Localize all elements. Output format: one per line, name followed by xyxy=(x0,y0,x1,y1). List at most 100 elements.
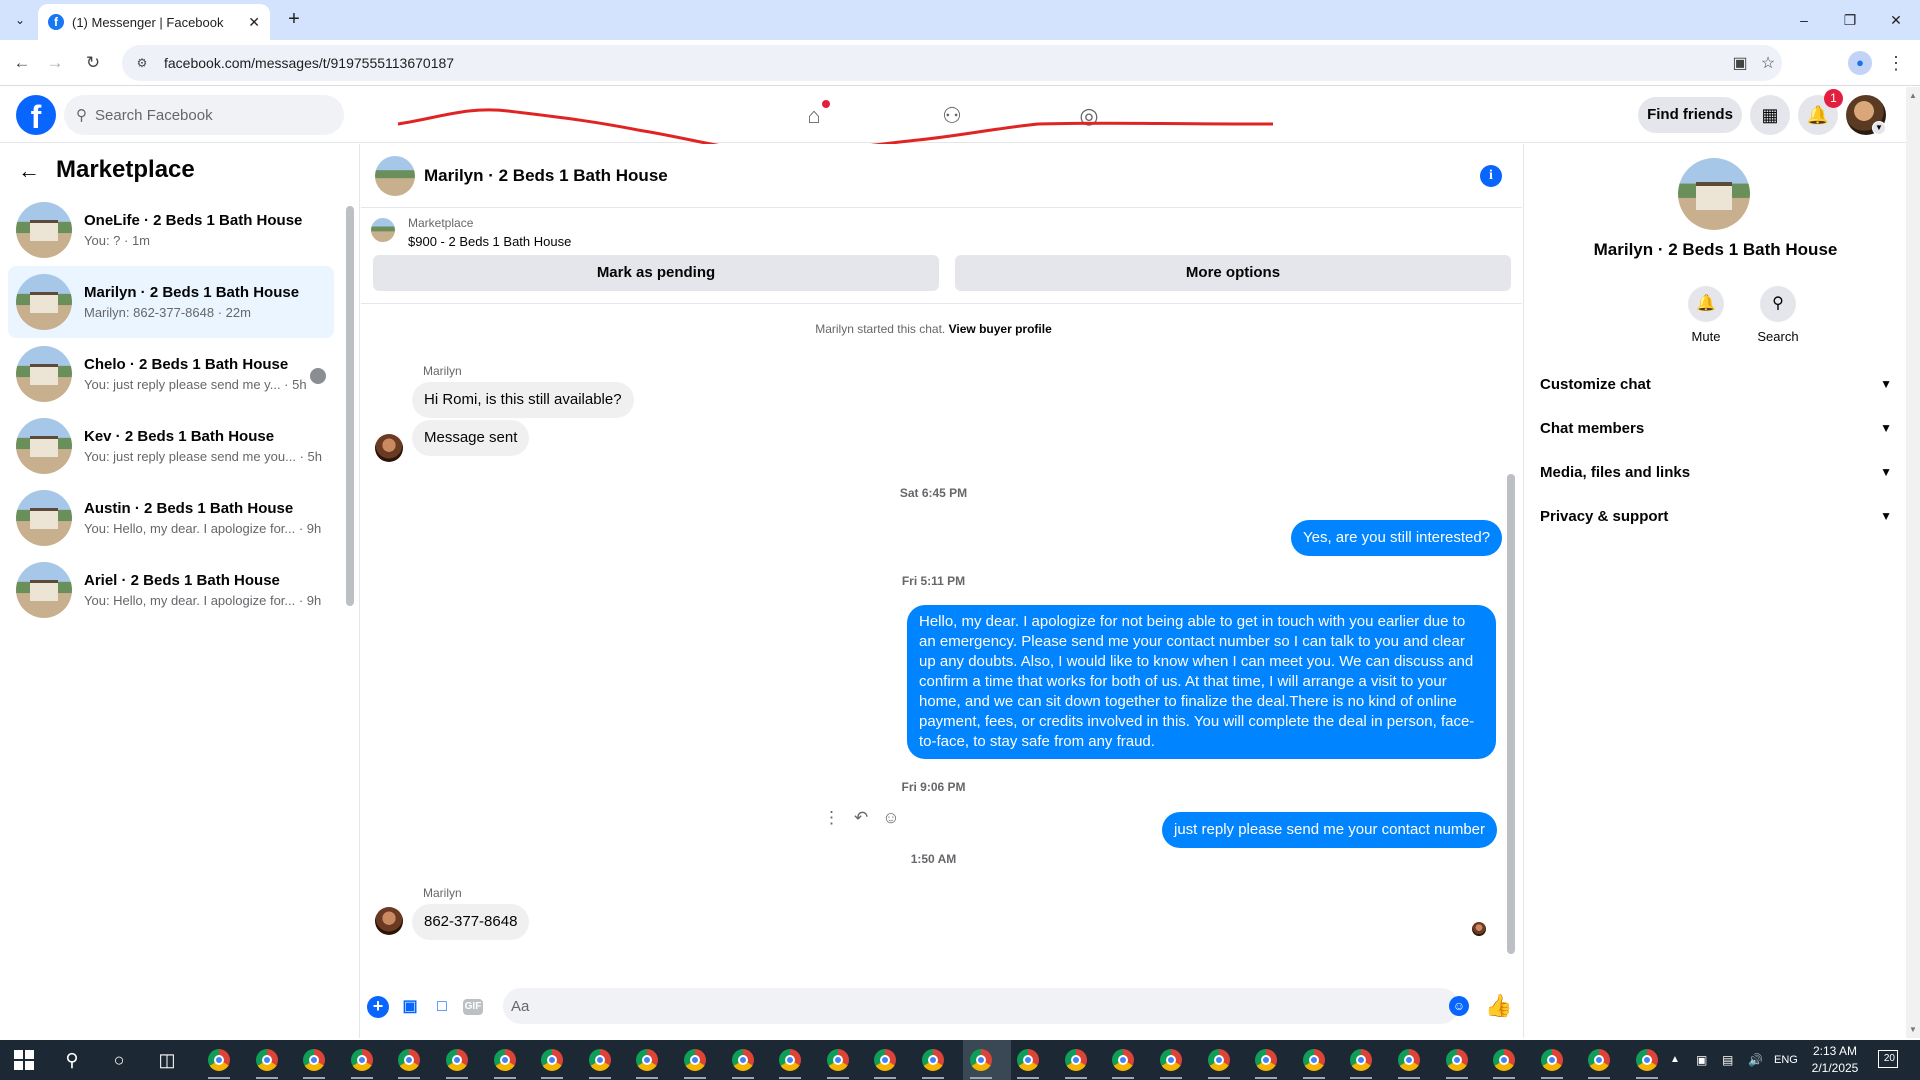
chrome-taskbar-icon[interactable] xyxy=(732,1049,754,1071)
chrome-taskbar-icon[interactable] xyxy=(922,1049,944,1071)
browser-menu-icon[interactable]: ⋮ xyxy=(1884,50,1908,76)
chrome-taskbar-icon[interactable] xyxy=(1446,1049,1468,1071)
install-app-icon[interactable]: ▣ xyxy=(1726,53,1754,73)
conversation-kev[interactable]: Kev · 2 Beds 1 Bath House You: just repl… xyxy=(8,410,334,482)
chrome-taskbar-icon[interactable] xyxy=(1541,1049,1563,1071)
chrome-taskbar-icon[interactable] xyxy=(589,1049,611,1071)
mark-as-pending-button[interactable]: Mark as pending xyxy=(373,255,939,291)
taskbar-search-icon[interactable]: ⚲ xyxy=(60,1048,84,1072)
facebook-search-input[interactable]: ⚲ Search Facebook xyxy=(64,95,344,135)
chrome-taskbar-icon[interactable] xyxy=(208,1049,230,1071)
chrome-taskbar-icon[interactable] xyxy=(351,1049,373,1071)
sidebar-scrollbar[interactable] xyxy=(344,194,354,622)
chrome-taskbar-icon[interactable] xyxy=(1017,1049,1039,1071)
sender-avatar[interactable] xyxy=(375,907,403,935)
listing-thumbnail[interactable] xyxy=(371,218,395,242)
chat-members-section[interactable]: Chat members ▼ xyxy=(1540,410,1892,446)
chrome-taskbar-icon[interactable] xyxy=(636,1049,658,1071)
listing-photo[interactable] xyxy=(1678,158,1750,230)
scroll-down-arrow-icon[interactable]: ▼ xyxy=(1909,1025,1917,1034)
page-scrollbar[interactable]: ▲ ▼ xyxy=(1906,87,1920,1038)
facebook-logo-icon[interactable]: f xyxy=(16,95,56,135)
site-info-icon[interactable]: ⚙ xyxy=(134,55,150,71)
info-icon[interactable]: i xyxy=(1480,165,1502,187)
action-center-icon[interactable]: 20 xyxy=(1878,1050,1898,1068)
url-text[interactable]: facebook.com/messages/t/9197555113670187 xyxy=(164,55,1726,71)
more-dots-icon[interactable]: ⋮ xyxy=(823,808,840,828)
account-chevron-icon[interactable]: ▼ xyxy=(1872,121,1886,135)
back-arrow-icon[interactable]: ← xyxy=(18,158,40,184)
tray-app-icon[interactable]: ▣ xyxy=(1696,1040,1707,1080)
react-emoji-icon[interactable]: ☺ xyxy=(882,808,899,828)
chrome-taskbar-icon[interactable] xyxy=(1208,1049,1230,1071)
volume-icon[interactable]: 🔊 xyxy=(1748,1040,1763,1080)
chrome-taskbar-icon[interactable] xyxy=(256,1049,278,1071)
incoming-message[interactable]: 862-377-8648 xyxy=(412,904,530,940)
conversation-austin[interactable]: Austin · 2 Beds 1 Bath House You: Hello,… xyxy=(8,482,334,554)
reload-icon[interactable]: ↻ xyxy=(80,50,106,76)
tab-search-chevron-icon[interactable]: ⌄ xyxy=(8,8,32,32)
sender-avatar[interactable] xyxy=(375,434,403,462)
chrome-taskbar-icon[interactable] xyxy=(684,1049,706,1071)
listing-price[interactable]: $900 - 2 Beds 1 Bath House xyxy=(408,234,571,249)
menu-grid-icon[interactable]: ▦ xyxy=(1750,95,1790,135)
chrome-taskbar-icon[interactable] xyxy=(874,1049,896,1071)
tab-close-icon[interactable]: ✕ xyxy=(248,14,260,31)
chrome-taskbar-icon[interactable] xyxy=(1160,1049,1182,1071)
outgoing-message[interactable]: Hello, my dear. I apologize for not bein… xyxy=(907,605,1496,759)
mute-button[interactable]: 🔔 Mute xyxy=(1676,286,1736,344)
reply-icon[interactable]: ↶ xyxy=(854,808,868,828)
chat-listing-thumbnail[interactable] xyxy=(375,156,415,196)
outgoing-message[interactable]: Yes, are you still interested? xyxy=(1291,520,1503,556)
chrome-taskbar-icon[interactable] xyxy=(1350,1049,1372,1071)
language-indicator[interactable]: ENG xyxy=(1774,1040,1798,1080)
customize-chat-section[interactable]: Customize chat ▼ xyxy=(1540,366,1892,402)
conversation-ariel[interactable]: Ariel · 2 Beds 1 Bath House You: Hello, … xyxy=(8,554,334,626)
sticker-icon[interactable]: □ xyxy=(431,996,453,1018)
chrome-taskbar-icon[interactable] xyxy=(1065,1049,1087,1071)
new-tab-plus-icon[interactable]: + xyxy=(282,8,306,32)
incoming-message[interactable]: Message sent xyxy=(412,420,530,456)
taskbar-clock[interactable]: 2:13 AM 2/1/2025 xyxy=(1800,1043,1870,1077)
search-conversation-button[interactable]: ⚲ Search xyxy=(1748,286,1808,344)
chrome-taskbar-icon[interactable] xyxy=(446,1049,468,1071)
message-input-box[interactable] xyxy=(503,988,1459,1024)
chat-title[interactable]: Marilyn · 2 Beds 1 Bath House xyxy=(424,166,668,186)
chrome-taskbar-icon[interactable] xyxy=(541,1049,563,1071)
bookmark-star-icon[interactable]: ☆ xyxy=(1754,53,1782,73)
browser-tab[interactable]: f (1) Messenger | Facebook ✕ xyxy=(38,4,270,40)
chrome-taskbar-icon[interactable] xyxy=(827,1049,849,1071)
gif-icon[interactable]: GIF xyxy=(463,999,483,1015)
address-bar[interactable]: ⚙ facebook.com/messages/t/91975551136701… xyxy=(122,45,1782,81)
tray-chevron-icon[interactable]: ▲ xyxy=(1670,1040,1680,1080)
back-arrow-icon[interactable]: ← xyxy=(9,50,35,76)
more-options-button[interactable]: More options xyxy=(955,255,1511,291)
scrollbar-thumb[interactable] xyxy=(1507,474,1515,954)
browser-profile-icon[interactable]: ● xyxy=(1848,51,1872,75)
cortana-circle-icon[interactable]: ○ xyxy=(107,1048,131,1072)
chrome-taskbar-icon[interactable] xyxy=(1255,1049,1277,1071)
more-actions-plus-icon[interactable]: + xyxy=(367,996,389,1018)
chrome-taskbar-icon[interactable] xyxy=(1303,1049,1325,1071)
windows-start-icon[interactable] xyxy=(14,1050,34,1070)
network-icon[interactable]: ▤ xyxy=(1722,1040,1733,1080)
scroll-up-arrow-icon[interactable]: ▲ xyxy=(1909,91,1917,100)
conversation-marilyn[interactable]: Marilyn · 2 Beds 1 Bath House Marilyn: 8… xyxy=(8,266,334,338)
outgoing-message[interactable]: just reply please send me your contact n… xyxy=(1162,812,1497,848)
message-scrollbar[interactable] xyxy=(1504,304,1518,980)
view-buyer-profile-link[interactable]: View buyer profile xyxy=(949,322,1052,336)
chrome-taskbar-icon[interactable] xyxy=(970,1049,992,1071)
message-input[interactable] xyxy=(511,988,1411,1024)
find-friends-button[interactable]: Find friends xyxy=(1638,97,1742,133)
chrome-taskbar-icon[interactable] xyxy=(1636,1049,1658,1071)
chrome-taskbar-icon[interactable] xyxy=(1588,1049,1610,1071)
minimize-icon[interactable]: – xyxy=(1792,8,1816,32)
restore-icon[interactable]: ❐ xyxy=(1838,8,1862,32)
chrome-taskbar-icon[interactable] xyxy=(398,1049,420,1071)
task-view-icon[interactable]: ◫ xyxy=(155,1048,179,1072)
incoming-message[interactable]: Hi Romi, is this still available? xyxy=(412,382,634,418)
chrome-taskbar-icon[interactable] xyxy=(1112,1049,1134,1071)
conversation-chelo[interactable]: Chelo · 2 Beds 1 Bath House You: just re… xyxy=(8,338,334,410)
chrome-taskbar-icon[interactable] xyxy=(1398,1049,1420,1071)
scrollbar-thumb[interactable] xyxy=(346,206,354,606)
